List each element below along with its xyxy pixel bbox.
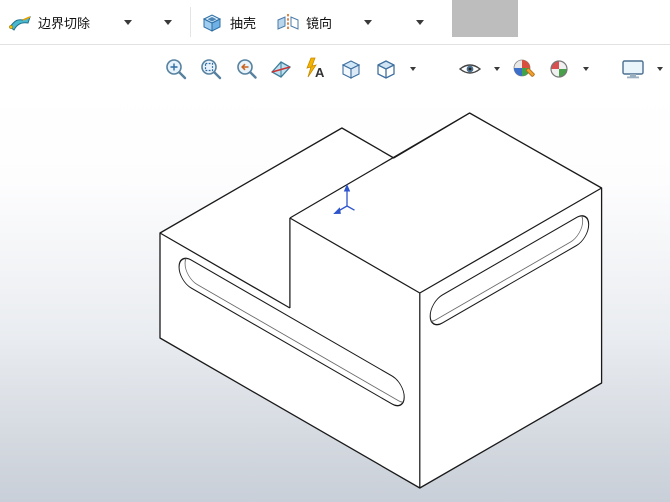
display-style-flyout-caret[interactable] [407, 57, 419, 81]
caret-down-icon [164, 20, 172, 25]
toolbar-flyout-caret-4[interactable] [412, 12, 428, 32]
boundary-cut-label: 边界切除 [38, 13, 90, 32]
view-settings-button[interactable] [619, 55, 647, 83]
mirror-button[interactable]: 镜向 [272, 4, 336, 40]
shell-icon [200, 10, 224, 34]
caret-down-icon [410, 67, 416, 71]
view-orientation-button[interactable] [337, 55, 365, 83]
boundary-cut-button[interactable]: 边界切除 [4, 4, 94, 40]
caret-down-icon [416, 20, 424, 25]
boundary-cut-flyout-caret[interactable] [120, 12, 136, 32]
previous-view-icon [233, 56, 259, 82]
caret-down-icon [657, 67, 663, 71]
apply-scene-icon [546, 56, 572, 82]
section-view-icon [268, 56, 294, 82]
section-view-button[interactable] [267, 55, 295, 83]
edit-appearance-button[interactable] [510, 55, 538, 83]
caret-down-icon [583, 67, 589, 71]
text-annotation-button[interactable]: A [302, 55, 330, 83]
caret-down-icon [494, 67, 500, 71]
shell-label: 抽壳 [230, 13, 256, 32]
hide-show-items-icon [457, 56, 483, 82]
previous-view-button[interactable] [232, 55, 260, 83]
view-settings-icon [620, 56, 646, 82]
features-toolbar: 边界切除 抽壳 [0, 0, 670, 45]
display-style-button[interactable] [372, 55, 400, 83]
text-annotation-icon: A [303, 56, 329, 82]
toolbar-separator [190, 7, 191, 37]
caret-down-icon [364, 20, 372, 25]
hide-show-items-button[interactable] [456, 55, 484, 83]
mirror-flyout-caret[interactable] [360, 12, 376, 32]
boundary-cut-icon [8, 10, 32, 34]
mirror-label: 镜向 [306, 13, 332, 32]
app-window: 边界切除 抽壳 [0, 0, 670, 502]
view-settings-flyout-caret[interactable] [654, 57, 666, 81]
apply-scene-button[interactable] [545, 55, 573, 83]
model-wireframe [0, 92, 670, 502]
display-style-icon [373, 56, 399, 82]
caret-down-icon [124, 20, 132, 25]
apply-scene-flyout-caret[interactable] [580, 57, 592, 81]
shell-button[interactable]: 抽壳 [196, 4, 260, 40]
graphics-area[interactable] [0, 92, 670, 502]
view-orientation-icon [338, 56, 364, 82]
toolbar-flyout-caret-2[interactable] [160, 12, 176, 32]
hide-show-items-flyout-caret[interactable] [491, 57, 503, 81]
zoom-fit-icon [163, 56, 189, 82]
toolbar-placeholder [452, 0, 518, 37]
zoom-fit-button[interactable] [162, 55, 190, 83]
mirror-icon [276, 10, 300, 34]
svg-text:A: A [315, 65, 325, 80]
zoom-area-icon [198, 56, 224, 82]
heads-up-toolbar: A [0, 45, 670, 92]
edit-appearance-icon [511, 56, 537, 82]
zoom-area-button[interactable] [197, 55, 225, 83]
